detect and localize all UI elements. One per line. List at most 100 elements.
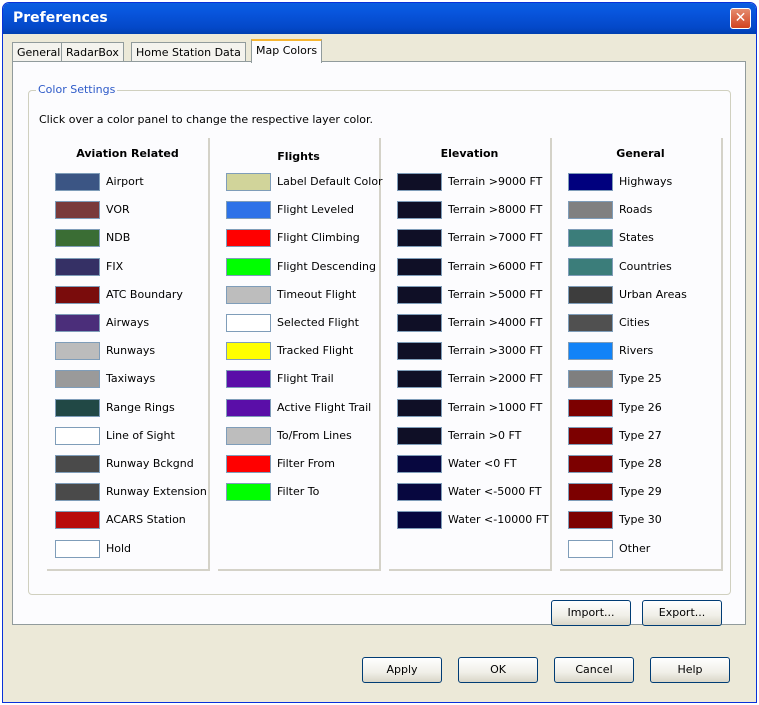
color-item-label: Other bbox=[619, 541, 651, 555]
color-item-label: Selected Flight bbox=[277, 316, 359, 329]
help-button[interactable]: Help bbox=[650, 657, 730, 683]
color-swatch[interactable] bbox=[397, 201, 442, 220]
tab-home-station-data[interactable]: Home Station Data bbox=[131, 42, 246, 62]
color-item-label: Roads bbox=[619, 203, 653, 217]
color-swatch[interactable] bbox=[226, 370, 271, 389]
color-swatch[interactable] bbox=[397, 314, 442, 332]
color-swatch[interactable] bbox=[568, 426, 613, 445]
column-header: Flights bbox=[277, 150, 320, 163]
column-elevation: Elevation Terrain >9000 FT Terrain >8000 … bbox=[389, 138, 552, 571]
color-item-label: FIX bbox=[106, 259, 124, 273]
color-swatch[interactable] bbox=[568, 398, 613, 417]
color-swatch[interactable] bbox=[55, 314, 100, 332]
color-swatch[interactable] bbox=[568, 173, 613, 191]
color-item: Terrain >3000 FT bbox=[397, 341, 557, 361]
preferences-window: Preferences ✕ General RadarBox Home Stat… bbox=[2, 2, 757, 703]
color-item-label: Terrain >6000 FT bbox=[448, 259, 543, 273]
color-item: Terrain >2000 FT bbox=[397, 369, 557, 389]
color-swatch[interactable] bbox=[226, 483, 271, 502]
cancel-button[interactable]: Cancel bbox=[554, 657, 634, 683]
color-swatch[interactable] bbox=[55, 201, 100, 220]
color-item: VOR bbox=[55, 200, 215, 220]
color-item-label: Type 28 bbox=[619, 457, 662, 470]
color-swatch[interactable] bbox=[55, 455, 100, 473]
color-swatch[interactable] bbox=[397, 229, 442, 248]
color-item-label: Tracked Flight bbox=[277, 344, 354, 358]
color-swatch[interactable] bbox=[397, 511, 442, 530]
color-item-label: Terrain >1000 FT bbox=[448, 400, 543, 414]
ok-button[interactable]: OK bbox=[458, 657, 538, 683]
apply-button[interactable]: Apply bbox=[362, 657, 442, 683]
color-swatch[interactable] bbox=[568, 539, 613, 558]
color-swatch[interactable] bbox=[55, 257, 100, 276]
color-swatch[interactable] bbox=[226, 342, 271, 361]
color-swatch[interactable] bbox=[397, 285, 442, 304]
color-swatch[interactable] bbox=[55, 398, 100, 417]
color-swatch[interactable] bbox=[226, 398, 271, 417]
color-item-label: Runway Extension bbox=[106, 485, 207, 499]
color-swatch[interactable] bbox=[226, 285, 271, 304]
column-header: Aviation Related bbox=[76, 147, 179, 160]
export-button[interactable]: Export... bbox=[642, 600, 722, 626]
color-item: Type 30 bbox=[568, 510, 728, 530]
tab-radarbox[interactable]: RadarBox bbox=[61, 42, 124, 62]
color-swatch[interactable] bbox=[226, 455, 271, 473]
column-header: Elevation bbox=[440, 147, 499, 160]
color-item-label: Countries bbox=[619, 259, 672, 273]
color-swatch[interactable] bbox=[226, 426, 271, 445]
color-swatch[interactable] bbox=[397, 370, 442, 389]
color-swatch[interactable] bbox=[397, 455, 442, 473]
color-swatch[interactable] bbox=[568, 342, 613, 361]
close-button[interactable]: ✕ bbox=[730, 8, 751, 29]
color-swatch[interactable] bbox=[226, 201, 271, 220]
color-swatch[interactable] bbox=[55, 370, 100, 389]
color-item: States bbox=[568, 228, 728, 248]
color-swatch[interactable] bbox=[226, 173, 271, 191]
color-swatch[interactable] bbox=[397, 483, 442, 502]
import-button[interactable]: Import... bbox=[551, 600, 631, 626]
color-swatch[interactable] bbox=[55, 285, 100, 304]
color-swatch[interactable] bbox=[55, 342, 100, 361]
color-swatch[interactable] bbox=[55, 229, 100, 248]
color-item-label: States bbox=[619, 231, 654, 245]
color-swatch[interactable] bbox=[55, 426, 100, 445]
color-swatch[interactable] bbox=[226, 257, 271, 276]
color-swatch[interactable] bbox=[397, 257, 442, 276]
color-swatch[interactable] bbox=[397, 173, 442, 191]
color-swatch[interactable] bbox=[397, 426, 442, 445]
color-swatch[interactable] bbox=[568, 201, 613, 220]
color-swatch[interactable] bbox=[568, 455, 613, 473]
color-swatch[interactable] bbox=[397, 398, 442, 417]
title-bar[interactable]: Preferences ✕ bbox=[3, 3, 756, 34]
color-item: Taxiways bbox=[55, 369, 215, 389]
color-item-label: Highways bbox=[619, 175, 673, 188]
color-swatch[interactable] bbox=[55, 511, 100, 530]
tab-map-colors[interactable]: Map Colors bbox=[251, 39, 323, 63]
color-item: Water <-10000 FT bbox=[397, 510, 557, 530]
color-item: Water <-5000 FT bbox=[397, 482, 557, 502]
color-swatch[interactable] bbox=[568, 257, 613, 276]
tab-general[interactable]: General bbox=[12, 42, 66, 62]
color-swatch[interactable] bbox=[226, 314, 271, 332]
color-item-label: Hold bbox=[106, 541, 132, 555]
color-swatch[interactable] bbox=[55, 173, 100, 191]
color-item: Runway Bckgnd bbox=[55, 454, 215, 474]
close-icon: ✕ bbox=[734, 10, 747, 26]
color-swatch[interactable] bbox=[568, 483, 613, 502]
color-swatch[interactable] bbox=[568, 285, 613, 304]
color-item: Terrain >0 FT bbox=[397, 426, 557, 446]
color-swatch[interactable] bbox=[226, 229, 271, 248]
color-item: Terrain >5000 FT bbox=[397, 285, 557, 305]
map-colors-panel: Color Settings Click over a color panel … bbox=[12, 61, 746, 626]
color-swatch[interactable] bbox=[55, 539, 100, 558]
color-item-label: Airways bbox=[106, 316, 150, 329]
color-swatch[interactable] bbox=[55, 483, 100, 502]
color-item: Tracked Flight bbox=[226, 341, 386, 361]
color-swatch[interactable] bbox=[568, 511, 613, 530]
color-swatch[interactable] bbox=[568, 314, 613, 332]
color-swatch[interactable] bbox=[397, 342, 442, 361]
color-item: Terrain >9000 FT bbox=[397, 172, 557, 192]
color-swatch[interactable] bbox=[568, 370, 613, 389]
color-swatch[interactable] bbox=[568, 229, 613, 248]
color-item-label: Terrain >5000 FT bbox=[448, 287, 543, 301]
